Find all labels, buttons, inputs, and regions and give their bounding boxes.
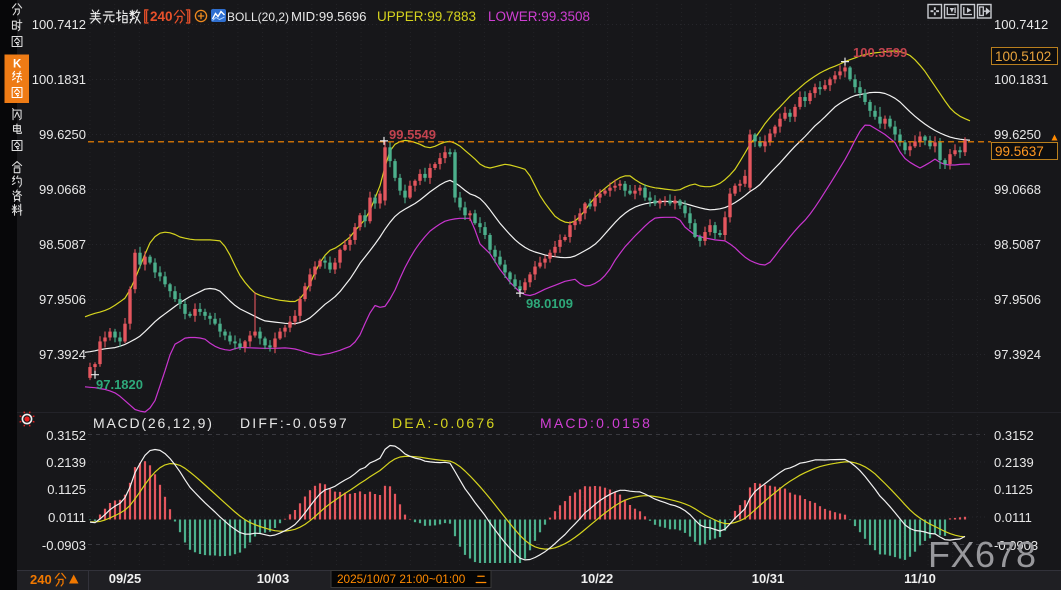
svg-text:0.3152: 0.3152 [46, 428, 86, 443]
svg-text:0.2139: 0.2139 [994, 455, 1034, 470]
svg-text:97.9506: 97.9506 [994, 292, 1041, 307]
svg-text:09/25: 09/25 [109, 571, 142, 586]
svg-text:98.5087: 98.5087 [994, 237, 1041, 252]
svg-text:FX678: FX678 [928, 534, 1037, 575]
svg-text:-0.0903: -0.0903 [42, 538, 86, 553]
svg-text:100.1831: 100.1831 [32, 72, 86, 87]
svg-text:K: K [13, 59, 22, 71]
svg-text:DIFF:-0.0597: DIFF:-0.0597 [240, 415, 349, 431]
svg-text:UPPER:99.7883: UPPER:99.7883 [377, 9, 476, 24]
svg-text:MACD:0.0158: MACD:0.0158 [540, 415, 652, 431]
svg-text:0.1125: 0.1125 [47, 482, 86, 497]
svg-text:99.5637: 99.5637 [995, 144, 1044, 159]
svg-text:97.3924: 97.3924 [994, 347, 1041, 362]
svg-text:100.7412: 100.7412 [994, 17, 1048, 32]
svg-text:100.7412: 100.7412 [32, 17, 86, 32]
svg-text:DEA:-0.0676: DEA:-0.0676 [392, 415, 496, 431]
svg-text:MID:99.5696: MID:99.5696 [291, 9, 367, 24]
svg-text:0.0111: 0.0111 [994, 510, 1032, 525]
svg-text:0.3152: 0.3152 [994, 428, 1034, 443]
svg-text:MACD(26,12,9): MACD(26,12,9) [93, 415, 214, 431]
svg-text:2025/10/07 21:00~01:00: 2025/10/07 21:00~01:00 [337, 572, 466, 586]
svg-text:100.3599: 100.3599 [853, 45, 907, 60]
svg-text:240: 240 [150, 9, 173, 24]
svg-text:100.5102: 100.5102 [995, 49, 1051, 64]
svg-text:97.9506: 97.9506 [39, 292, 86, 307]
svg-text:100.1831: 100.1831 [994, 72, 1048, 87]
svg-text:97.3924: 97.3924 [39, 347, 86, 362]
svg-text:99.0668: 99.0668 [39, 182, 86, 197]
svg-text:97.1820: 97.1820 [96, 377, 143, 392]
svg-text:99.5549: 99.5549 [389, 127, 436, 142]
svg-text:BOLL(20,2): BOLL(20,2) [227, 10, 289, 24]
svg-text:98.5087: 98.5087 [39, 237, 86, 252]
svg-text:99.0668: 99.0668 [994, 182, 1041, 197]
svg-text:0.0111: 0.0111 [48, 510, 86, 525]
svg-text:10/31: 10/31 [752, 571, 785, 586]
svg-text:0.2139: 0.2139 [46, 455, 86, 470]
svg-text:98.0109: 98.0109 [526, 296, 573, 311]
svg-text:10/22: 10/22 [581, 571, 614, 586]
svg-text:99.6250: 99.6250 [994, 127, 1041, 142]
svg-text:240: 240 [30, 572, 52, 587]
svg-text:0.1125: 0.1125 [994, 482, 1033, 497]
svg-text:10/03: 10/03 [257, 571, 290, 586]
svg-text:99.6250: 99.6250 [39, 127, 86, 142]
svg-text:LOWER:99.3508: LOWER:99.3508 [488, 9, 590, 24]
